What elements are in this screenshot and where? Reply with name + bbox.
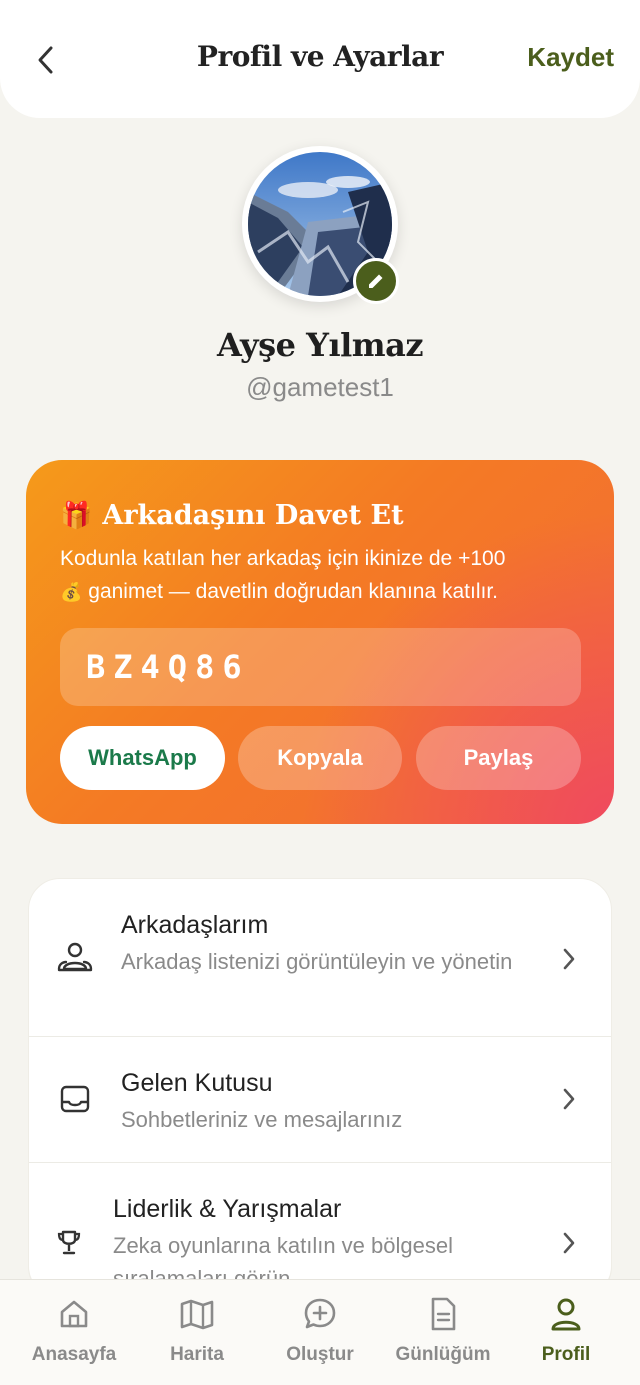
pencil-icon — [369, 274, 383, 288]
menu-item-leaderboard[interactable]: Liderlik & Yarışmalar Zeka oyunlarına ka… — [29, 1163, 611, 1297]
save-button[interactable]: Kaydet — [527, 42, 614, 73]
nav-item-map[interactable]: Harita — [137, 1296, 257, 1376]
share-button[interactable]: Paylaş — [416, 726, 581, 790]
nav-label: Harita — [170, 1344, 224, 1365]
home-icon — [56, 1296, 92, 1332]
invite-description: Kodunla katılan her arkadaş için ikinize… — [60, 542, 590, 609]
nav-label: Oluştur — [286, 1344, 354, 1365]
invite-title-text: Arkadaşını Davet Et — [102, 500, 404, 531]
create-icon — [302, 1296, 338, 1332]
nav-item-home[interactable]: Anasayfa — [14, 1296, 134, 1376]
menu-item-friends[interactable]: Arkadaşlarım Arkadaş listenizi görüntüle… — [29, 879, 611, 1037]
nav-item-create[interactable]: Oluştur — [260, 1296, 380, 1376]
moneybag-icon: 💰 — [60, 582, 83, 602]
profile-icon — [548, 1296, 584, 1332]
nav-label: Günlüğüm — [395, 1344, 491, 1365]
chevron-right-icon — [557, 1229, 581, 1257]
invite-title: 🎁 Arkadaşını Davet Et — [60, 500, 404, 531]
user-name: Ayşe Yılmaz — [216, 326, 424, 364]
invite-description-line1: Kodunla katılan her arkadaş için ikinize… — [60, 547, 506, 570]
invite-description-line2-text: ganimet — davetlin doğrudan klanına katı… — [88, 580, 499, 603]
whatsapp-button[interactable]: WhatsApp — [60, 726, 225, 790]
menu-item-title: Liderlik & Yarışmalar — [113, 1195, 342, 1223]
edit-avatar-button[interactable] — [353, 258, 399, 304]
journal-icon — [425, 1296, 461, 1332]
nav-label: Profil — [541, 1344, 591, 1365]
chevron-right-icon — [557, 1085, 581, 1113]
menu-item-subtitle: Sohbetleriniz ve mesajlarınız — [121, 1107, 403, 1132]
invite-code[interactable]: BZ4Q86 — [60, 628, 581, 706]
nav-item-profile[interactable]: Profil — [506, 1296, 626, 1376]
menu-item-subtitle: Arkadaş listenizi görüntüleyin ve yöneti… — [121, 949, 513, 974]
gift-icon: 🎁 — [60, 500, 93, 531]
trophy-icon — [49, 1223, 89, 1263]
nav-item-journal[interactable]: Günlüğüm — [383, 1296, 503, 1376]
menu-item-inbox[interactable]: Gelen Kutusu Sohbetleriniz ve mesajların… — [29, 1037, 611, 1163]
menu-item-title: Gelen Kutusu — [121, 1069, 273, 1097]
friends-icon — [55, 937, 95, 977]
inbox-icon — [55, 1079, 95, 1119]
settings-menu: Arkadaşlarım Arkadaş listenizi görüntüle… — [28, 878, 612, 1298]
invite-description-line2: 💰 ganimet — davetlin doğrudan klanına ka… — [60, 575, 590, 609]
map-icon — [179, 1296, 215, 1332]
copy-button[interactable]: Kopyala — [238, 726, 402, 790]
user-handle: @gametest1 — [246, 372, 394, 402]
nav-label: Anasayfa — [31, 1344, 117, 1365]
menu-item-title: Arkadaşlarım — [121, 911, 269, 939]
top-app-bar: Profil ve Ayarlar Kaydet — [0, 0, 640, 118]
invite-card: 🎁 Arkadaşını Davet Et Kodunla katılan he… — [26, 460, 614, 824]
chevron-right-icon — [557, 945, 581, 973]
bottom-navigation: Anasayfa Harita Oluştur Günlüğüm Profil — [0, 1279, 640, 1385]
